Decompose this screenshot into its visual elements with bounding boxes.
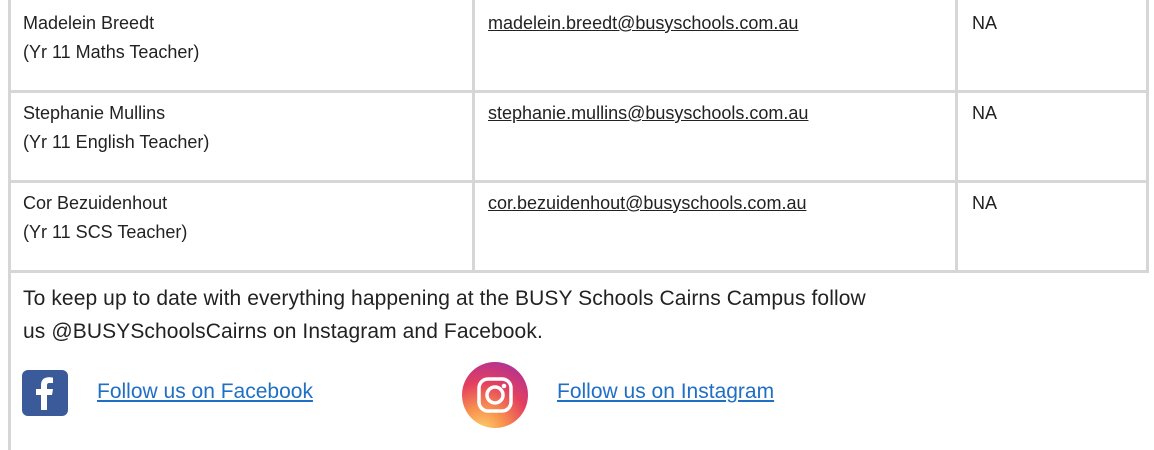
contact-role: (Yr 11 SCS Teacher) xyxy=(23,222,188,242)
table-row-divider xyxy=(8,90,1149,93)
facebook-icon[interactable] xyxy=(22,370,68,416)
contact-email-cell: cor.bezuidenhout@busyschools.com.au xyxy=(488,189,806,218)
contact-role: (Yr 11 English Teacher) xyxy=(23,132,210,152)
contact-name: Stephanie Mullins xyxy=(23,103,166,123)
contact-name-cell: Cor Bezuidenhout (Yr 11 SCS Teacher) xyxy=(23,189,187,247)
table-border-right xyxy=(1146,0,1149,272)
contact-role: (Yr 11 Maths Teacher) xyxy=(23,42,200,62)
follow-paragraph: To keep up to date with everything happe… xyxy=(23,282,1123,348)
contact-name: Madelein Breedt xyxy=(23,13,155,33)
table-row-divider xyxy=(8,180,1149,183)
follow-text-line: us @BUSYSchoolsCairns on Instagram and F… xyxy=(23,320,543,343)
contact-phone: NA xyxy=(972,13,998,33)
follow-text-line: To keep up to date with everything happe… xyxy=(23,287,866,310)
facebook-icon-glyph xyxy=(36,377,53,410)
facebook-link[interactable]: Follow us on Facebook xyxy=(97,378,313,406)
table-row-divider xyxy=(8,270,1149,273)
table-border-left xyxy=(8,0,11,450)
contact-phone: NA xyxy=(972,193,998,213)
contact-email-link[interactable]: stephanie.mullins@busyschools.com.au xyxy=(488,103,808,123)
contact-document: Madelein Breedt (Yr 11 Maths Teacher) ma… xyxy=(0,0,1154,450)
contact-email-link[interactable]: cor.bezuidenhout@busyschools.com.au xyxy=(488,193,806,213)
contact-email-cell: stephanie.mullins@busyschools.com.au xyxy=(488,99,808,128)
instagram-link[interactable]: Follow us on Instagram xyxy=(557,378,774,406)
contact-email-link[interactable]: madelein.breedt@busyschools.com.au xyxy=(488,13,798,33)
contact-phone: NA xyxy=(972,103,998,123)
contact-name: Cor Bezuidenhout xyxy=(23,193,168,213)
contact-name-cell: Madelein Breedt (Yr 11 Maths Teacher) xyxy=(23,9,199,67)
contact-email-cell: madelein.breedt@busyschools.com.au xyxy=(488,9,798,38)
contact-name-cell: Stephanie Mullins (Yr 11 English Teacher… xyxy=(23,99,209,157)
instagram-icon[interactable] xyxy=(462,362,528,428)
instagram-icon-glyph xyxy=(477,377,513,413)
table-border-col1 xyxy=(472,0,475,272)
table-border-col2 xyxy=(955,0,958,272)
